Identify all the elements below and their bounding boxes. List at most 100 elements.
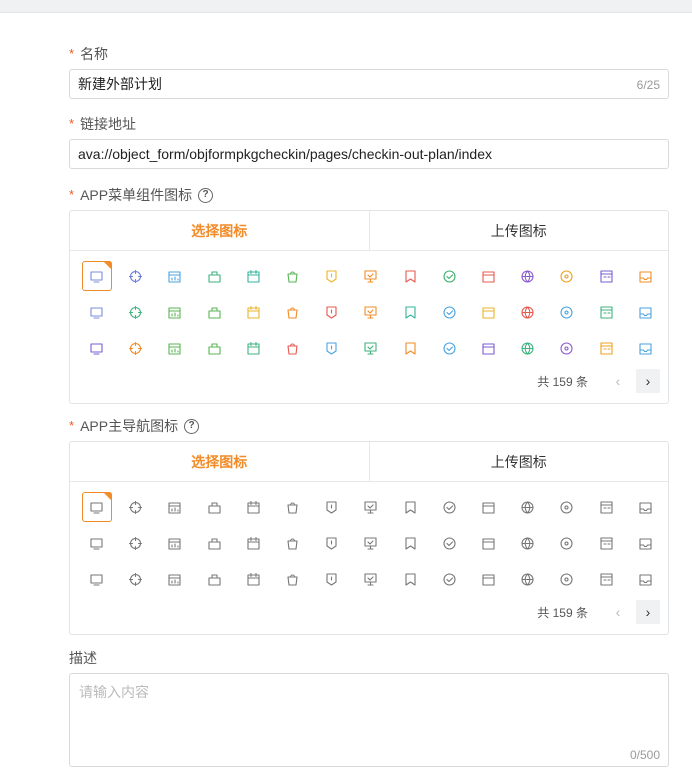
icon-option[interactable] <box>77 525 116 561</box>
icon-option[interactable] <box>116 294 155 330</box>
name-input[interactable]: 新建外部计划 6/25 <box>69 69 669 99</box>
icon-option[interactable] <box>430 330 469 366</box>
icon-option[interactable] <box>547 258 586 294</box>
icon-option[interactable] <box>195 258 234 294</box>
icon-option[interactable] <box>626 489 665 525</box>
icon-option[interactable] <box>155 330 194 366</box>
icon-option[interactable] <box>469 525 508 561</box>
tab-select-icon[interactable]: 选择图标 <box>70 211 369 250</box>
icon-option[interactable] <box>508 258 547 294</box>
icon-option[interactable] <box>116 525 155 561</box>
icon-option[interactable] <box>430 561 469 597</box>
icon-option[interactable] <box>469 489 508 525</box>
icon-option[interactable] <box>508 489 547 525</box>
icon-option[interactable] <box>626 330 665 366</box>
icon-option[interactable] <box>547 330 586 366</box>
icon-option[interactable] <box>626 258 665 294</box>
icon-option[interactable] <box>195 525 234 561</box>
icon-option[interactable] <box>155 258 194 294</box>
icon-option[interactable] <box>508 294 547 330</box>
icon-option[interactable] <box>234 525 273 561</box>
icon-option[interactable] <box>351 258 390 294</box>
icon-option[interactable] <box>430 258 469 294</box>
icon-option[interactable] <box>312 258 351 294</box>
icon-option[interactable] <box>626 525 665 561</box>
icon-option[interactable] <box>626 561 665 597</box>
icon-option[interactable] <box>273 525 312 561</box>
icon-option[interactable] <box>234 561 273 597</box>
icon-option[interactable] <box>547 489 586 525</box>
icon-option[interactable] <box>351 294 390 330</box>
icon-option[interactable] <box>626 294 665 330</box>
icon-option[interactable] <box>586 330 625 366</box>
icon-option[interactable] <box>195 294 234 330</box>
icon-option[interactable] <box>273 294 312 330</box>
icon-option[interactable] <box>195 561 234 597</box>
icon-option[interactable] <box>351 489 390 525</box>
next-page-button[interactable]: › <box>636 369 660 393</box>
prev-page-button[interactable]: ‹ <box>606 600 630 624</box>
help-icon[interactable]: ? <box>184 418 200 434</box>
icon-option[interactable] <box>116 489 155 525</box>
icon-option[interactable] <box>586 258 625 294</box>
icon-option[interactable] <box>116 330 155 366</box>
icon-option[interactable] <box>586 294 625 330</box>
icon-option[interactable] <box>430 489 469 525</box>
icon-option[interactable] <box>234 258 273 294</box>
icon-option[interactable] <box>312 525 351 561</box>
prev-page-button[interactable]: ‹ <box>606 369 630 393</box>
icon-option[interactable] <box>391 294 430 330</box>
icon-option[interactable] <box>508 525 547 561</box>
icon-option[interactable] <box>273 561 312 597</box>
icon-option[interactable] <box>351 330 390 366</box>
icon-option[interactable] <box>508 330 547 366</box>
icon-option[interactable] <box>469 561 508 597</box>
icon-option[interactable] <box>351 525 390 561</box>
icon-option[interactable] <box>469 258 508 294</box>
icon-option[interactable] <box>469 294 508 330</box>
icon-option[interactable] <box>547 561 586 597</box>
icon-option[interactable] <box>430 294 469 330</box>
icon-option[interactable] <box>273 489 312 525</box>
icon-option[interactable] <box>586 489 625 525</box>
icon-option[interactable] <box>234 489 273 525</box>
icon-option[interactable] <box>391 330 430 366</box>
icon-option[interactable] <box>312 330 351 366</box>
icon-option[interactable] <box>155 525 194 561</box>
icon-option[interactable] <box>547 525 586 561</box>
icon-option[interactable] <box>273 330 312 366</box>
next-page-button[interactable]: › <box>636 600 660 624</box>
icon-option[interactable] <box>312 294 351 330</box>
icon-option[interactable] <box>155 561 194 597</box>
tab-select-icon[interactable]: 选择图标 <box>70 442 369 481</box>
icon-option[interactable] <box>586 525 625 561</box>
icon-option[interactable] <box>469 330 508 366</box>
icon-option[interactable] <box>77 294 116 330</box>
icon-option[interactable] <box>391 258 430 294</box>
icon-option[interactable] <box>586 561 625 597</box>
icon-option[interactable] <box>77 258 116 294</box>
help-icon[interactable]: ? <box>198 187 214 203</box>
tab-upload-icon[interactable]: 上传图标 <box>368 442 669 481</box>
icon-option[interactable] <box>234 330 273 366</box>
icon-option[interactable] <box>351 561 390 597</box>
icon-option[interactable] <box>391 525 430 561</box>
icon-option[interactable] <box>195 489 234 525</box>
icon-option[interactable] <box>391 489 430 525</box>
icon-option[interactable] <box>77 489 116 525</box>
icon-option[interactable] <box>77 561 116 597</box>
icon-option[interactable] <box>195 330 234 366</box>
icon-option[interactable] <box>155 489 194 525</box>
icon-option[interactable] <box>312 489 351 525</box>
icon-option[interactable] <box>116 258 155 294</box>
icon-option[interactable] <box>547 294 586 330</box>
icon-option[interactable] <box>77 330 116 366</box>
icon-option[interactable] <box>116 561 155 597</box>
tab-upload-icon[interactable]: 上传图标 <box>368 211 669 250</box>
icon-option[interactable] <box>155 294 194 330</box>
icon-option[interactable] <box>312 561 351 597</box>
icon-option[interactable] <box>391 561 430 597</box>
icon-option[interactable] <box>508 561 547 597</box>
description-textarea[interactable]: 请输入内容 0/500 <box>69 673 669 767</box>
icon-option[interactable] <box>430 525 469 561</box>
